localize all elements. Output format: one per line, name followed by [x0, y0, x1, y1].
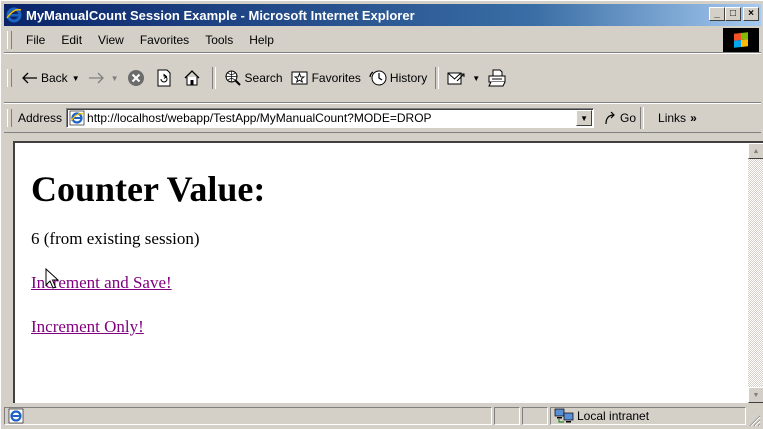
links-toolbar[interactable]: Links »	[658, 111, 697, 125]
windows-logo-icon	[734, 32, 748, 48]
home-button[interactable]	[179, 66, 208, 90]
printer-icon	[488, 69, 506, 87]
mail-icon	[447, 72, 465, 85]
menu-tools[interactable]: Tools	[197, 30, 241, 50]
resize-grip-icon[interactable]	[748, 414, 761, 427]
forward-arrow-icon	[88, 72, 104, 84]
local-intranet-icon	[554, 408, 574, 423]
refresh-button[interactable]	[152, 66, 179, 90]
history-button[interactable]: History	[365, 66, 431, 90]
menu-bar: File Edit View Favorites Tools Help	[4, 28, 761, 53]
page-ie-icon	[69, 110, 85, 126]
search-button[interactable]: Search	[220, 66, 287, 90]
browser-window: MyManualCount Session Example - Microsof…	[0, 0, 763, 429]
back-arrow-icon	[22, 72, 37, 84]
menu-file[interactable]: File	[18, 30, 53, 50]
status-bar: Local intranet	[4, 405, 761, 427]
status-main-panel	[4, 407, 492, 425]
menu-view[interactable]: View	[90, 30, 132, 50]
favorites-star-icon	[291, 71, 308, 85]
address-field[interactable]: ▼	[66, 108, 595, 128]
status-progress-panel	[494, 407, 520, 425]
go-button[interactable]: Go	[604, 111, 636, 125]
back-dropdown-icon[interactable]: ▼	[72, 74, 80, 83]
minimize-button[interactable]: _	[709, 7, 725, 21]
home-icon	[184, 70, 199, 86]
mail-dropdown-icon[interactable]: ▼	[472, 74, 480, 83]
stop-button[interactable]	[123, 66, 152, 90]
stop-icon	[127, 70, 144, 86]
favorites-label: Favorites	[311, 71, 361, 85]
links-label: Links	[658, 111, 687, 125]
ie-logo-icon	[6, 7, 22, 23]
title-bar[interactable]: MyManualCount Session Example - Microsof…	[4, 4, 761, 26]
back-button[interactable]: Back ▼	[18, 66, 84, 90]
status-zone-panel: Local intranet	[550, 407, 746, 425]
forward-button[interactable]: ▼	[84, 66, 123, 90]
toolbar-separator-2	[435, 67, 440, 89]
address-label: Address	[18, 111, 63, 125]
close-button[interactable]: ×	[743, 7, 759, 21]
address-input[interactable]	[85, 110, 558, 126]
increment-only-link[interactable]: Increment Only!	[31, 317, 144, 337]
maximize-button[interactable]: □	[725, 7, 741, 21]
page-viewport: Counter Value: 6 (from existing session)…	[13, 141, 763, 403]
mail-button[interactable]: ▼	[443, 66, 484, 90]
links-separator	[640, 107, 645, 129]
page-heading: Counter Value:	[31, 169, 266, 209]
scroll-up-button[interactable]: ▲	[748, 143, 763, 159]
menu-grip[interactable]	[7, 31, 12, 49]
windows-throbber	[723, 28, 759, 52]
page-status-icon	[8, 408, 24, 424]
print-button[interactable]	[484, 66, 513, 90]
toolbar-grip[interactable]	[7, 69, 12, 87]
forward-dropdown-icon[interactable]: ▼	[111, 74, 119, 83]
menu-edit[interactable]: Edit	[53, 30, 90, 50]
scroll-down-button[interactable]: ▼	[748, 387, 763, 403]
standard-toolbar: Back ▼ ▼ Search Favorites History ▼	[4, 54, 761, 103]
mouse-pointer-icon	[45, 268, 59, 289]
window-title: MyManualCount Session Example - Microsof…	[26, 7, 415, 23]
chevron-right-icon[interactable]: »	[690, 111, 697, 125]
favorites-button[interactable]: Favorites	[287, 66, 365, 90]
toolbar-separator	[211, 67, 216, 89]
search-label: Search	[244, 71, 283, 85]
search-globe-icon	[225, 70, 241, 86]
history-icon	[369, 70, 387, 86]
minimize-icon: _	[714, 8, 720, 19]
address-dropdown-icon[interactable]: ▼	[576, 110, 593, 126]
menu-help[interactable]: Help	[241, 30, 282, 50]
counter-text: 6 (from existing session)	[31, 229, 200, 248]
address-grip[interactable]	[7, 109, 12, 127]
refresh-icon	[157, 69, 171, 87]
menu-favorites[interactable]: Favorites	[132, 30, 197, 50]
go-arrow-icon	[605, 111, 615, 125]
vertical-scrollbar[interactable]: ▲ ▼	[748, 143, 763, 403]
close-icon: ×	[748, 8, 754, 19]
address-bar: Address ▼ Go Links »	[4, 104, 761, 133]
back-label: Back	[41, 71, 68, 85]
status-lock-panel	[522, 407, 548, 425]
zone-label: Local intranet	[577, 409, 650, 423]
maximize-icon: □	[729, 8, 737, 19]
history-label: History	[389, 71, 428, 85]
go-label: Go	[620, 111, 637, 125]
page-body: Counter Value: 6 (from existing session)…	[31, 143, 731, 337]
